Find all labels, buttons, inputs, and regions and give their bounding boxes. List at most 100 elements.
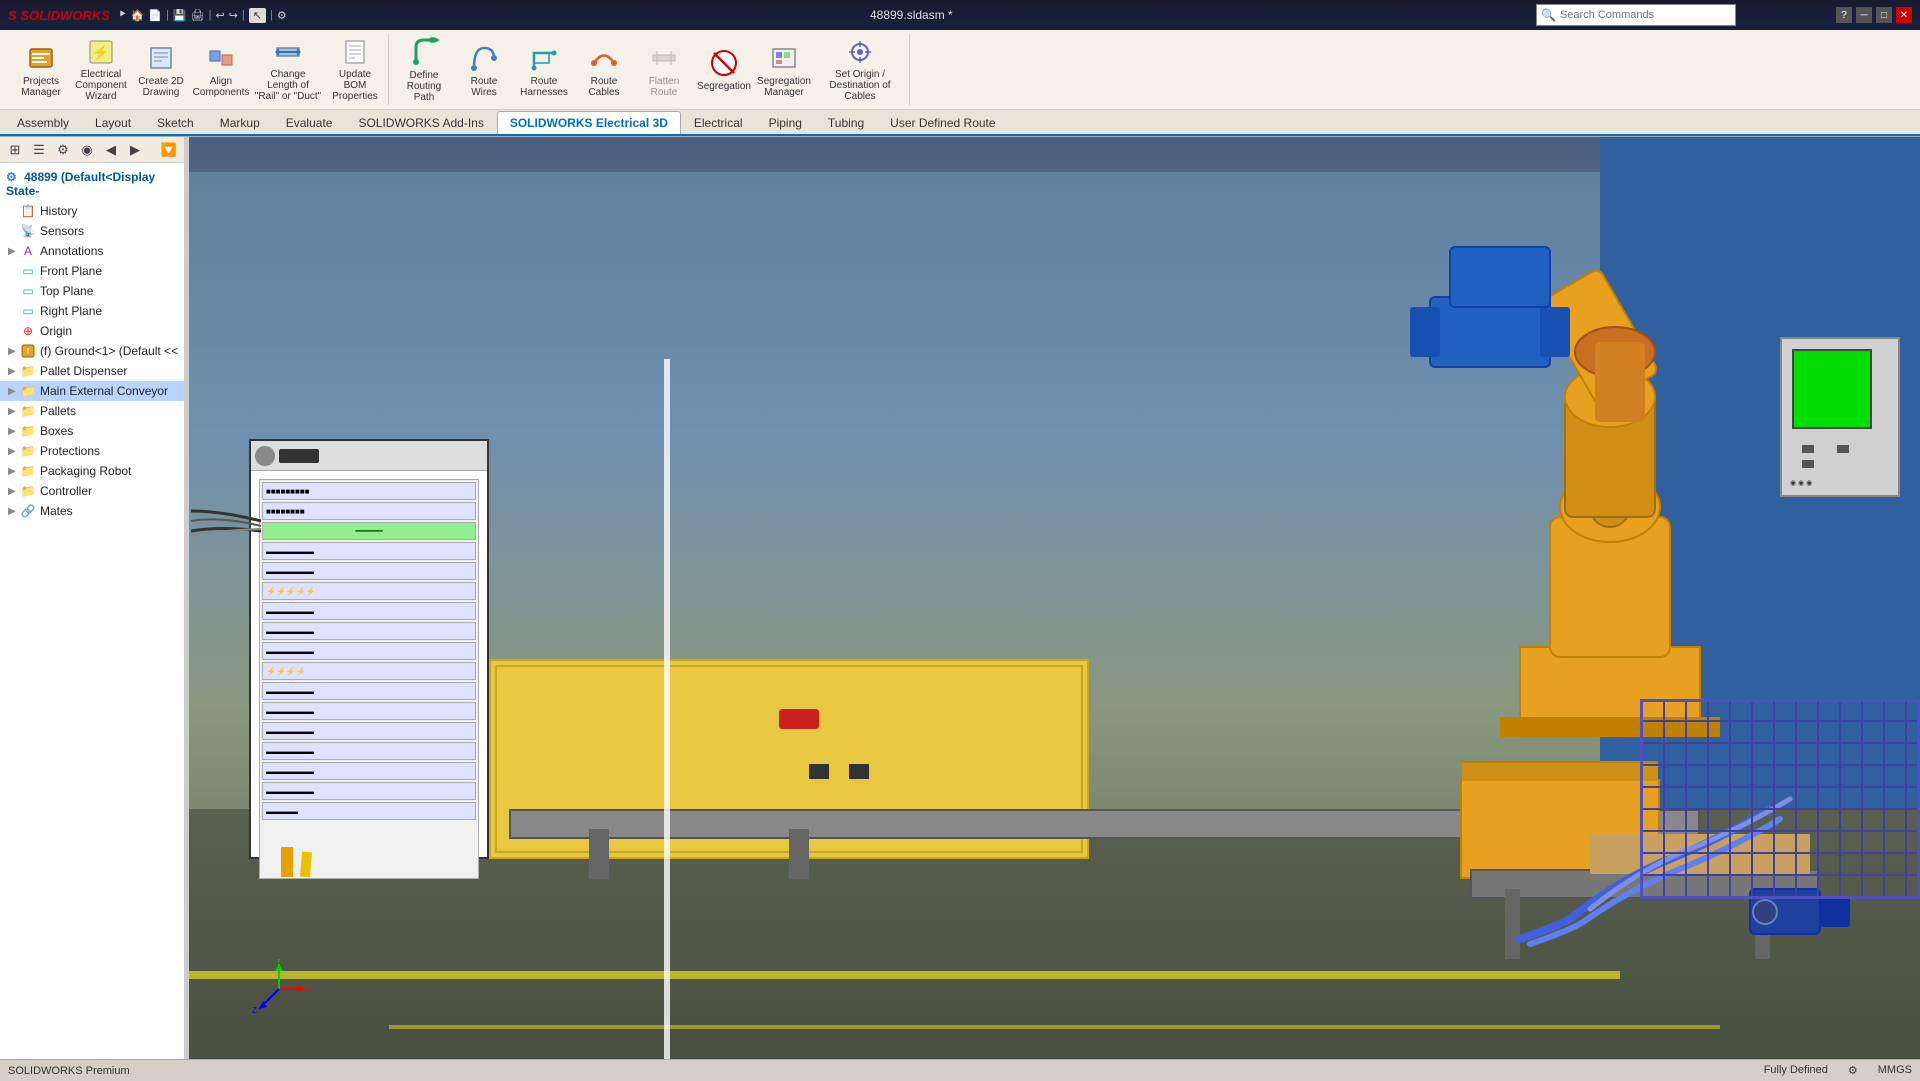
file-icon[interactable]: 📄 xyxy=(148,9,162,22)
align-icon xyxy=(205,42,237,74)
main-conveyor-folder-icon: 📁 xyxy=(20,383,36,399)
align-btn[interactable]: AlignComponents xyxy=(192,36,250,104)
save-icon[interactable]: 💾 xyxy=(173,9,187,22)
main-conveyor-name: Main External Conveyor xyxy=(40,384,168,398)
sidebar-tool-prev[interactable]: ◀ xyxy=(100,139,122,161)
3d-viewport[interactable]: 🔍 ⊡ ◻ ⬡ ⊞ ◉ ▷ ⬟ 🌐 ◎ ⚙ ⬜ ⬜ xyxy=(189,137,1920,1059)
route-harnesses-label: RouteHarnesses xyxy=(520,76,568,98)
svg-text:X: X xyxy=(305,985,309,994)
svg-text:Y: Y xyxy=(276,959,282,965)
search-input[interactable] xyxy=(1560,9,1690,21)
annotations-name: Annotations xyxy=(40,244,103,258)
tab-tubing[interactable]: Tubing xyxy=(815,111,877,134)
tab-electrical3d[interactable]: SOLIDWORKS Electrical 3D xyxy=(497,111,681,134)
sidebar-tool-list[interactable]: ☰ xyxy=(28,139,50,161)
search-icon: 🔍 xyxy=(1541,8,1556,22)
close-btn[interactable]: ✕ xyxy=(1896,7,1912,23)
tree-item-sensors[interactable]: 📡 Sensors xyxy=(0,221,184,241)
origin-icon: ⊕ xyxy=(20,323,36,339)
tree-item-packaging-robot[interactable]: ▶ 📁 Packaging Robot xyxy=(0,461,184,481)
tree-item-boxes[interactable]: ▶ 📁 Boxes xyxy=(0,421,184,441)
pallet-dispenser-name: Pallet Dispenser xyxy=(40,364,127,378)
3d-scene: ◉ ◉ ◉ ■■■■■■■■■ ■■■■■■■■ ━━━━━ ▬▬▬▬▬▬ xyxy=(189,137,1920,1059)
status-bar: SOLIDWORKS Premium Fully Defined ⚙ MMGS xyxy=(0,1059,1920,1081)
tree-item-controller[interactable]: ▶ 📁 Controller xyxy=(0,481,184,501)
tab-markup[interactable]: Markup xyxy=(207,111,273,134)
changelength-btn[interactable]: Change Length of"Rail" or "Duct" xyxy=(252,36,324,104)
sidebar-filter-icon[interactable]: 🔽 xyxy=(158,139,180,161)
route-harnesses-btn[interactable]: RouteHarnesses xyxy=(515,36,573,104)
route-wires-icon xyxy=(468,42,500,74)
tree-item-right-plane[interactable]: ▭ Right Plane xyxy=(0,301,184,321)
packaging-robot-folder-icon: 📁 xyxy=(20,463,36,479)
print-icon[interactable]: 🖨 xyxy=(191,9,205,22)
electrical-wizard-btn[interactable]: ⚡ ElectricalComponentWizard xyxy=(72,36,130,104)
protections-arrow: ▶ xyxy=(8,446,20,457)
main-conveyor-arrow: ▶ xyxy=(8,386,20,397)
sidebar-tool-grid[interactable]: ⊞ xyxy=(4,139,26,161)
sidebar-tool-gear[interactable]: ⚙ xyxy=(52,139,74,161)
window-controls: ? ─ □ ✕ xyxy=(1836,7,1912,23)
maximize-btn[interactable]: □ xyxy=(1876,7,1892,23)
create2d-btn[interactable]: Create 2DDrawing xyxy=(132,36,190,104)
solidworks-logo: S SOLIDWORKS xyxy=(8,8,110,23)
pallets-name: Pallets xyxy=(40,404,76,418)
segregation-mgr-btn[interactable]: SegregationManager xyxy=(755,36,813,104)
tabs-bar: Assembly Layout Sketch Markup Evaluate S… xyxy=(0,110,1920,136)
updatebom-btn[interactable]: Update BOMProperties xyxy=(326,36,384,104)
tab-sketch[interactable]: Sketch xyxy=(144,111,207,134)
tab-electrical[interactable]: Electrical xyxy=(681,111,756,134)
undo-icon[interactable]: ↩ xyxy=(215,9,224,22)
set-origin-btn[interactable]: Set Origin / Destination of Cables xyxy=(815,36,905,104)
tree-item-origin[interactable]: ⊕ Origin xyxy=(0,321,184,341)
segregation-btn[interactable]: Segregation xyxy=(695,36,753,104)
tree-item-pallet-dispenser[interactable]: ▶ 📁 Pallet Dispenser xyxy=(0,361,184,381)
home-icon[interactable]: 🏠 xyxy=(131,9,145,22)
tree-item-annotations[interactable]: ▶ A Annotations xyxy=(0,241,184,261)
status-icon: ⚙ xyxy=(1848,1064,1858,1077)
flatten-icon xyxy=(648,42,680,74)
tree-item-mates[interactable]: ▶ 🔗 Mates xyxy=(0,501,184,521)
help-btn[interactable]: ? xyxy=(1836,7,1852,23)
tree-item-pallets[interactable]: ▶ 📁 Pallets xyxy=(0,401,184,421)
create2d-icon xyxy=(145,42,177,74)
tab-layout[interactable]: Layout xyxy=(82,111,144,134)
nav-icon[interactable]: ⯈ xyxy=(118,9,127,22)
toolbar-group-main: ProjectsManager ⚡ ElectricalComponentWiz… xyxy=(8,34,389,105)
projects-manager-btn[interactable]: ProjectsManager xyxy=(12,36,70,104)
sidebar-tool-next[interactable]: ▶ xyxy=(124,139,146,161)
route-wires-btn[interactable]: RouteWires xyxy=(455,36,513,104)
tree-item-ground[interactable]: ▶ f (f) Ground<1> (Default << xyxy=(0,341,184,361)
route-cables-btn[interactable]: RouteCables xyxy=(575,36,633,104)
tab-addins[interactable]: SOLIDWORKS Add-Ins xyxy=(345,111,496,134)
route-harnesses-icon xyxy=(528,42,560,74)
sensor-2 xyxy=(849,764,869,779)
tree-item-protections[interactable]: ▶ 📁 Protections xyxy=(0,441,184,461)
cursor-icon[interactable]: ↖ xyxy=(249,8,266,23)
right-plane-icon: ▭ xyxy=(20,303,36,319)
tree-item-top-plane[interactable]: ▭ Top Plane xyxy=(0,281,184,301)
status-product: SOLIDWORKS Premium xyxy=(8,1065,1764,1077)
protections-name: Protections xyxy=(40,444,100,458)
pole-1 xyxy=(664,359,670,1059)
tab-evaluate[interactable]: Evaluate xyxy=(273,111,346,134)
tree-item-main-conveyor[interactable]: ▶ 📁 Main External Conveyor xyxy=(0,381,184,401)
tree-root-item[interactable]: ⚙ 48899 (Default<Display State- xyxy=(0,167,184,201)
feature-tree: ⚙ 48899 (Default<Display State- 📋 Histor… xyxy=(0,163,184,525)
projects-label: ProjectsManager xyxy=(21,76,60,98)
svg-text:⚡: ⚡ xyxy=(92,44,109,61)
sidebar-tool-dot[interactable]: ◉ xyxy=(76,139,98,161)
flatten-route-btn[interactable]: FlattenRoute xyxy=(635,36,693,104)
redo-icon[interactable]: ↪ xyxy=(229,9,238,22)
tree-item-history[interactable]: 📋 History xyxy=(0,201,184,221)
define-routing-btn[interactable]: DefineRouting Path xyxy=(395,36,453,104)
settings-icon[interactable]: ⚙ xyxy=(277,9,287,22)
tab-assembly[interactable]: Assembly xyxy=(4,111,82,134)
tree-item-front-plane[interactable]: ▭ Front Plane xyxy=(0,261,184,281)
minimize-btn[interactable]: ─ xyxy=(1856,7,1872,23)
grid-fence xyxy=(1640,699,1920,899)
tab-piping[interactable]: Piping xyxy=(756,111,815,134)
tab-userdefined[interactable]: User Defined Route xyxy=(877,111,1008,134)
segregation-mgr-label: SegregationManager xyxy=(757,76,811,98)
segregation-mgr-icon xyxy=(768,42,800,74)
